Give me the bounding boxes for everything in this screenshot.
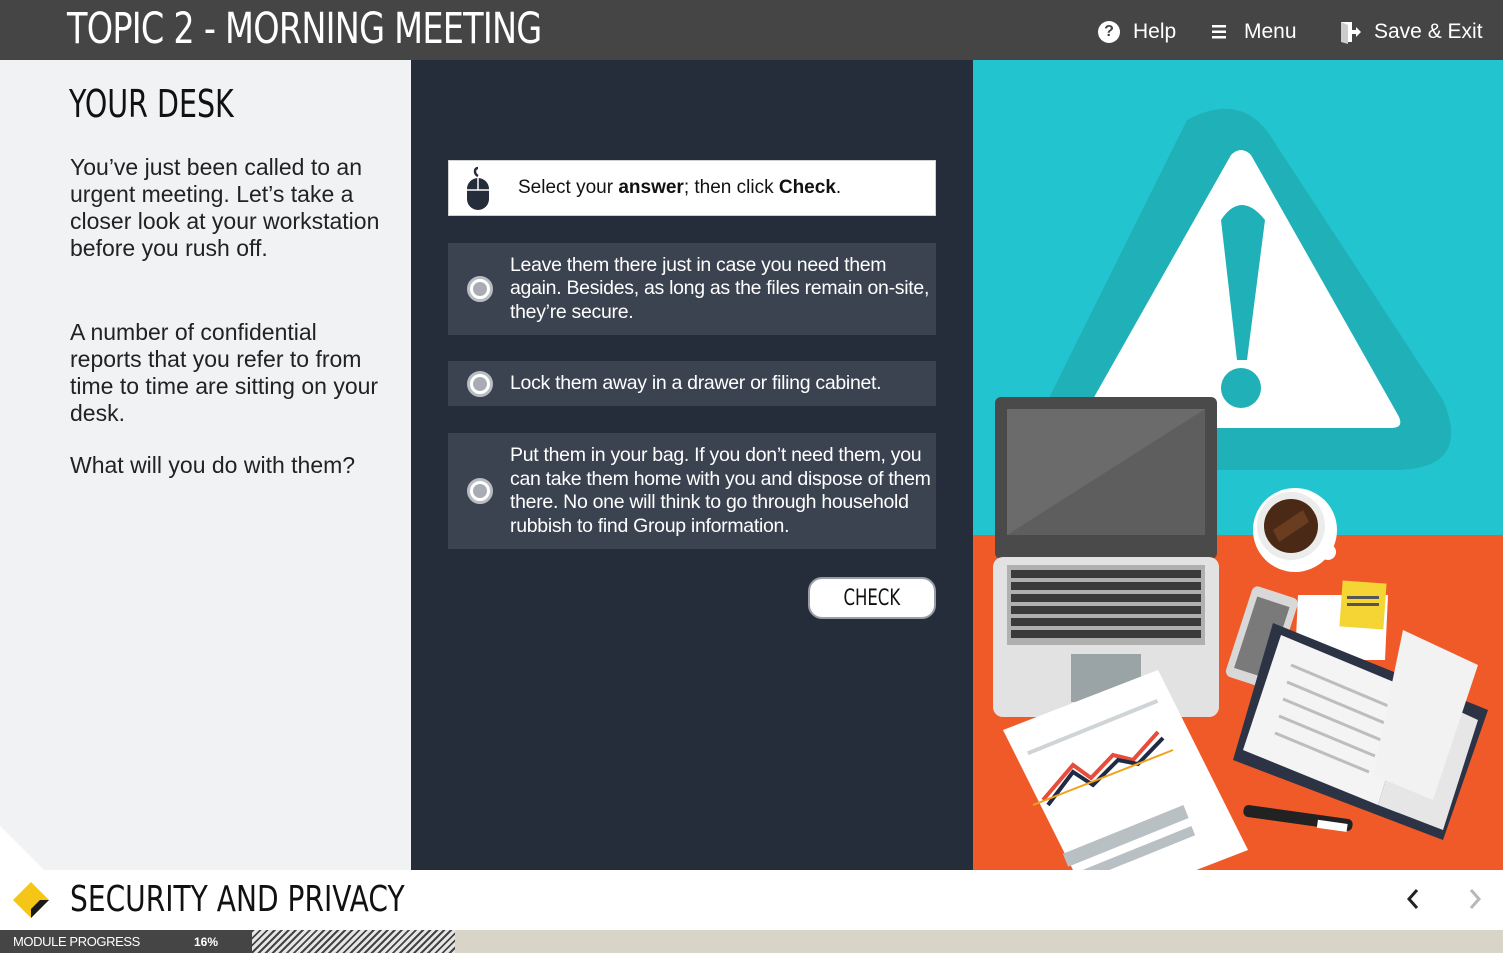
corner-decoration [0, 826, 44, 870]
save-exit-button[interactable]: Save & Exit [1338, 18, 1483, 46]
answer-option-label: Leave them there just in case you need t… [510, 253, 930, 323]
help-button[interactable]: ? Help [1097, 18, 1176, 46]
chevron-right-icon [1469, 889, 1482, 909]
menu-label: Menu [1244, 20, 1297, 43]
radio-button[interactable] [467, 370, 493, 397]
answer-option-label: Lock them away in a drawer or filing cab… [510, 371, 882, 394]
progress-fill [252, 930, 455, 953]
progress-percent: 16% [194, 935, 219, 949]
laptop-icon [993, 397, 1219, 717]
module-title: SECURITY AND PRIVACY [70, 879, 405, 920]
diamond-logo-icon [12, 881, 50, 919]
mouse-click-icon [464, 166, 492, 210]
answer-option-1[interactable]: Leave them there just in case you need t… [448, 243, 936, 335]
answer-option-2[interactable]: Lock them away in a drawer or filing cab… [448, 361, 936, 406]
top-bar: TOPIC 2 - MORNING MEETING ? Help Menu Sa… [0, 0, 1503, 60]
question-panel: Select your answer; then click Check. Le… [411, 60, 973, 870]
chevron-left-icon [1406, 889, 1419, 909]
scenario-heading: YOUR DESK [69, 82, 234, 126]
help-label: Help [1133, 20, 1177, 43]
answer-option-label: Put them in your bag. If you don’t need … [510, 444, 931, 537]
progress-label: MODULE PROGRESS [13, 934, 140, 949]
module-progress-bar: MODULE PROGRESS 16% [0, 930, 1503, 953]
menu-button[interactable]: Menu [1208, 18, 1297, 46]
scenario-paragraph-2: A number of confidential reports that yo… [70, 319, 379, 426]
progress-label-box: MODULE PROGRESS 16% [0, 930, 252, 953]
page-title: TOPIC 2 - MORNING MEETING [67, 4, 542, 54]
radio-button[interactable] [467, 478, 493, 504]
next-button[interactable] [1460, 884, 1490, 914]
previous-button[interactable] [1398, 884, 1428, 914]
instruction-box: Select your answer; then click Check. [448, 160, 936, 216]
coffee-cup-icon [1253, 488, 1337, 572]
scenario-question: What will you do with them? [70, 452, 356, 478]
check-button[interactable]: CHECK [808, 577, 936, 619]
help-icon: ? [1097, 20, 1121, 44]
hamburger-menu-icon [1208, 20, 1232, 44]
answer-option-3[interactable]: Put them in your bag. If you don’t need … [448, 433, 936, 549]
desk-illustration [973, 60, 1503, 910]
scenario-paragraph-1: You’ve just been called to an urgent mee… [70, 154, 380, 261]
scenario-panel: YOUR DESK You’ve just been called to an … [0, 60, 411, 870]
exit-door-icon [1338, 20, 1362, 44]
footer-bar: SECURITY AND PRIVACY [0, 870, 1503, 930]
instruction-text: Select your answer; then click Check. [518, 177, 842, 198]
save-exit-label: Save & Exit [1374, 20, 1483, 43]
radio-button[interactable] [467, 276, 493, 302]
